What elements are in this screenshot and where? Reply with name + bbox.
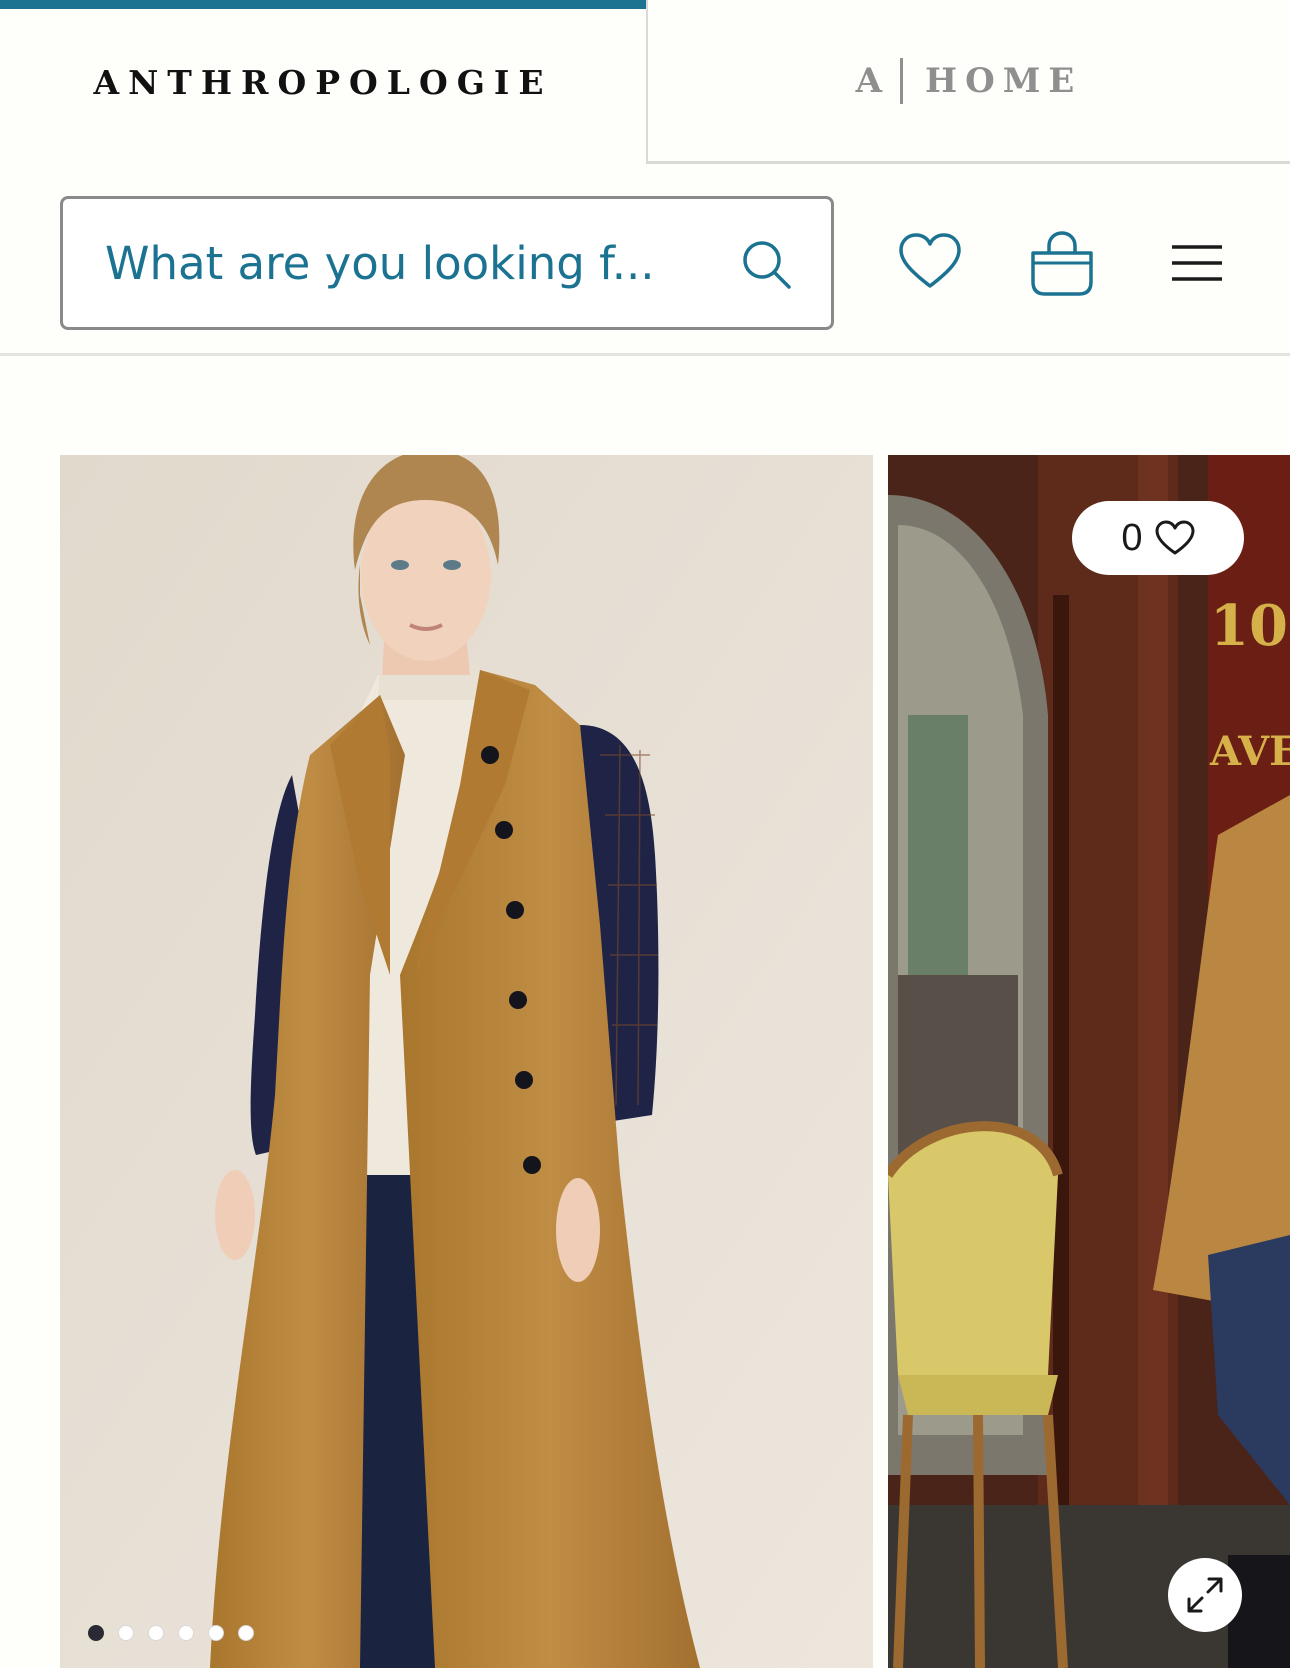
brand-tab-anthropologie[interactable]: ANTHROPOLOGIE xyxy=(0,0,646,164)
carousel-dot[interactable] xyxy=(88,1625,104,1641)
shopping-bag-icon[interactable] xyxy=(1027,228,1097,298)
favorite-count: 0 xyxy=(1121,516,1143,559)
menu-hamburger-icon[interactable] xyxy=(1160,228,1230,298)
product-photo xyxy=(60,455,873,1668)
brand-tab-home[interactable]: A HOME xyxy=(646,0,1290,164)
carousel-dot[interactable] xyxy=(238,1625,254,1641)
carousel-dot[interactable] xyxy=(148,1625,164,1641)
site-header xyxy=(0,164,1290,356)
carousel-dot[interactable] xyxy=(118,1625,134,1641)
search-icon[interactable] xyxy=(737,235,797,295)
product-image-secondary[interactable]: 10 AVEC xyxy=(888,455,1290,1668)
favorite-heart-icon xyxy=(1155,520,1195,555)
carousel-dot[interactable] xyxy=(208,1625,224,1641)
product-image-main[interactable] xyxy=(60,455,873,1668)
expand-image-button[interactable] xyxy=(1168,1558,1242,1632)
svg-text:10: 10 xyxy=(1210,593,1288,659)
home-logo-label: HOME xyxy=(925,60,1083,101)
cafe-scene-photo: 10 AVEC xyxy=(888,455,1290,1668)
favorite-count-pill[interactable]: 0 xyxy=(1072,501,1244,575)
carousel-dot[interactable] xyxy=(178,1625,194,1641)
search-box xyxy=(60,196,834,330)
carousel-dots xyxy=(88,1625,254,1641)
home-wordmark: A HOME xyxy=(855,57,1083,104)
expand-arrows-icon xyxy=(1187,1577,1223,1613)
search-input[interactable] xyxy=(105,221,725,305)
logo-divider xyxy=(900,57,904,104)
home-logo-letter: A xyxy=(855,60,891,101)
wishlist-heart-icon[interactable] xyxy=(895,228,965,298)
svg-text:AVEC: AVEC xyxy=(1209,728,1290,775)
anthropologie-wordmark: ANTHROPOLOGIE xyxy=(93,62,553,102)
